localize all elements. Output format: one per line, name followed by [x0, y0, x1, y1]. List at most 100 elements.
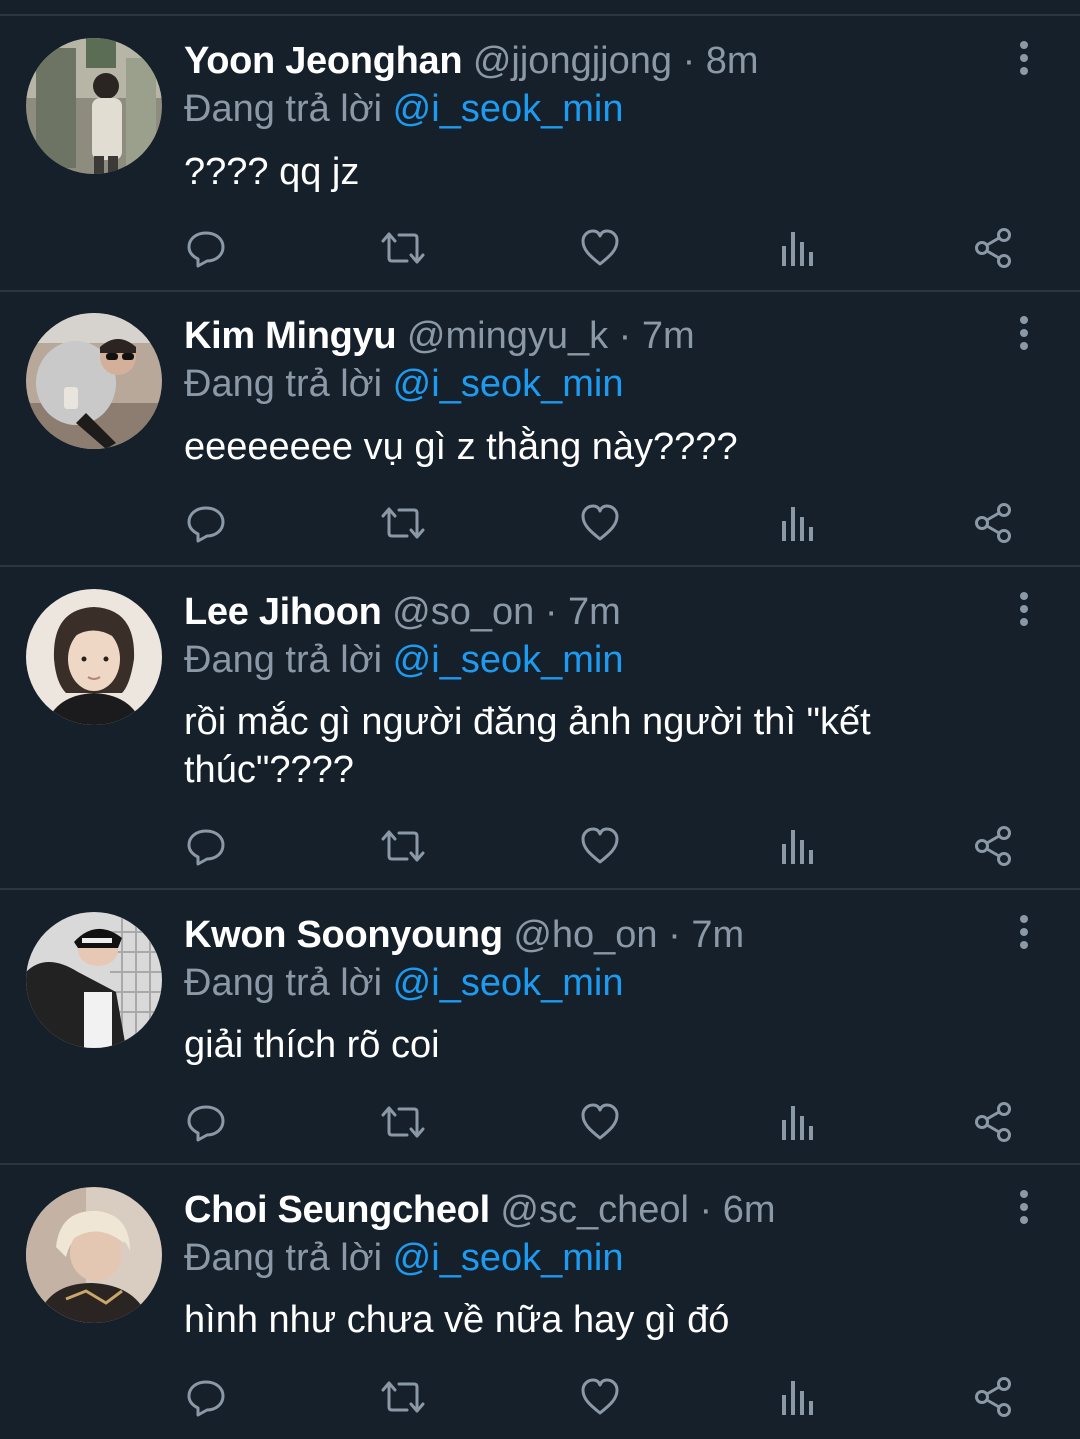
retweet-button[interactable] [378, 1097, 428, 1147]
views-button[interactable] [772, 1097, 822, 1147]
views-icon [779, 1377, 815, 1417]
tweet[interactable]: Yoon Jeonghan @jjongjjong · 8m Đang trả … [0, 0, 1080, 290]
more-options-button[interactable] [1006, 313, 1042, 357]
tweet-actions [0, 1097, 1080, 1147]
replying-to-label: Đang trả lời [184, 1237, 383, 1279]
retweet-button[interactable] [378, 1372, 428, 1422]
views-button[interactable] [772, 821, 822, 871]
like-icon [580, 826, 620, 866]
reply-button[interactable] [181, 223, 231, 273]
mention-link[interactable]: @i_seok_min [393, 962, 624, 1004]
views-icon [779, 228, 815, 268]
like-icon [580, 1377, 620, 1417]
share-button[interactable] [969, 223, 1019, 273]
tweet[interactable]: Choi Seungcheol @sc_cheol · 6m Đang trả … [0, 1165, 1080, 1439]
tweet-actions [0, 821, 1080, 871]
share-button[interactable] [969, 821, 1019, 871]
like-icon [580, 228, 620, 268]
tweet[interactable]: Kim Mingyu @mingyu_k · 7m Đang trả lời @… [0, 292, 1080, 565]
more-options-button[interactable] [1006, 1187, 1042, 1231]
display-name[interactable]: Choi Seungcheol [184, 1189, 490, 1231]
views-icon [779, 1102, 815, 1142]
timestamp[interactable]: · 7m [545, 591, 621, 633]
tweet-text: giải thích rõ coi [184, 1024, 440, 1066]
avatar-kim-mingyu[interactable] [26, 313, 162, 449]
avatar-yoon-jeonghan[interactable] [26, 38, 162, 174]
reply-icon [186, 503, 226, 543]
handle[interactable]: @so_on [392, 591, 534, 633]
replying-to-label: Đang trả lời [184, 363, 383, 405]
retweet-icon [380, 1102, 426, 1142]
handle[interactable]: @sc_cheol [500, 1189, 689, 1231]
retweet-icon [380, 503, 426, 543]
handle[interactable]: @jjongjjong [473, 40, 672, 82]
more-vertical-icon [1019, 315, 1029, 356]
tweet-actions [0, 498, 1080, 548]
timestamp[interactable]: · 8m [683, 40, 759, 82]
tweet-text: eeeeeeee vụ gì z thằng này???? [184, 426, 738, 468]
tweet-actions [0, 223, 1080, 273]
retweet-button[interactable] [378, 498, 428, 548]
more-options-button[interactable] [1006, 589, 1042, 633]
views-icon [779, 826, 815, 866]
share-icon [973, 1101, 1015, 1143]
views-button[interactable] [772, 1372, 822, 1422]
like-button[interactable] [575, 498, 625, 548]
retweet-button[interactable] [378, 821, 428, 871]
more-options-button[interactable] [1006, 38, 1042, 82]
display-name[interactable]: Yoon Jeonghan [184, 40, 463, 82]
reply-button[interactable] [181, 1372, 231, 1422]
avatar-kwon-soonyoung[interactable] [26, 912, 162, 1048]
timestamp[interactable]: · 6m [700, 1189, 776, 1231]
share-button[interactable] [969, 1097, 1019, 1147]
like-button[interactable] [575, 1097, 625, 1147]
avatar-choi-seungcheol[interactable] [26, 1187, 162, 1323]
tweet-text: ???? qq jz [184, 151, 360, 193]
tweet[interactable]: Lee Jihoon @so_on · 7m Đang trả lời @i_s… [0, 567, 1080, 888]
like-button[interactable] [575, 821, 625, 871]
mention-link[interactable]: @i_seok_min [393, 639, 624, 681]
like-button[interactable] [575, 223, 625, 273]
reply-button[interactable] [181, 821, 231, 871]
more-options-button[interactable] [1006, 912, 1042, 956]
replying-to-label: Đang trả lời [184, 639, 383, 681]
share-button[interactable] [969, 498, 1019, 548]
handle[interactable]: @mingyu_k [407, 315, 608, 357]
replying-to-label: Đang trả lời [184, 88, 383, 130]
tweet-header: Yoon Jeonghan @jjongjjong · 8m [184, 38, 759, 84]
display-name[interactable]: Kim Mingyu [184, 315, 397, 357]
tweet[interactable]: Kwon Soonyoung @ho_on · 7m Đang trả lời … [0, 890, 1080, 1163]
display-name[interactable]: Kwon Soonyoung [184, 914, 503, 956]
more-vertical-icon [1019, 914, 1029, 955]
mention-link[interactable]: @i_seok_min [393, 363, 624, 405]
mention-link[interactable]: @i_seok_min [393, 1237, 624, 1279]
display-name[interactable]: Lee Jihoon [184, 591, 382, 633]
avatar-lee-jihoon[interactable] [26, 589, 162, 725]
share-icon [973, 825, 1015, 867]
retweet-icon [380, 228, 426, 268]
views-button[interactable] [772, 498, 822, 548]
retweet-icon [380, 1377, 426, 1417]
replying-to: Đang trả lời @i_seok_min [184, 1235, 623, 1281]
tweet-text: hình như chưa về nữa hay gì đó [184, 1299, 730, 1341]
share-icon [973, 502, 1015, 544]
reply-icon [186, 826, 226, 866]
like-button[interactable] [575, 1372, 625, 1422]
retweet-button[interactable] [378, 223, 428, 273]
more-vertical-icon [1019, 40, 1029, 81]
handle[interactable]: @ho_on [513, 914, 657, 956]
share-button[interactable] [969, 1372, 1019, 1422]
reply-icon [186, 1102, 226, 1142]
share-icon [973, 1376, 1015, 1418]
views-button[interactable] [772, 223, 822, 273]
reply-button[interactable] [181, 1097, 231, 1147]
mention-link[interactable]: @i_seok_min [393, 88, 624, 130]
tweet-header: Kwon Soonyoung @ho_on · 7m [184, 912, 744, 958]
timestamp[interactable]: · 7m [619, 315, 695, 357]
more-vertical-icon [1019, 591, 1029, 632]
views-icon [779, 503, 815, 543]
reply-icon [186, 1377, 226, 1417]
reply-button[interactable] [181, 498, 231, 548]
replying-to-label: Đang trả lời [184, 962, 383, 1004]
timestamp[interactable]: · 7m [668, 914, 744, 956]
